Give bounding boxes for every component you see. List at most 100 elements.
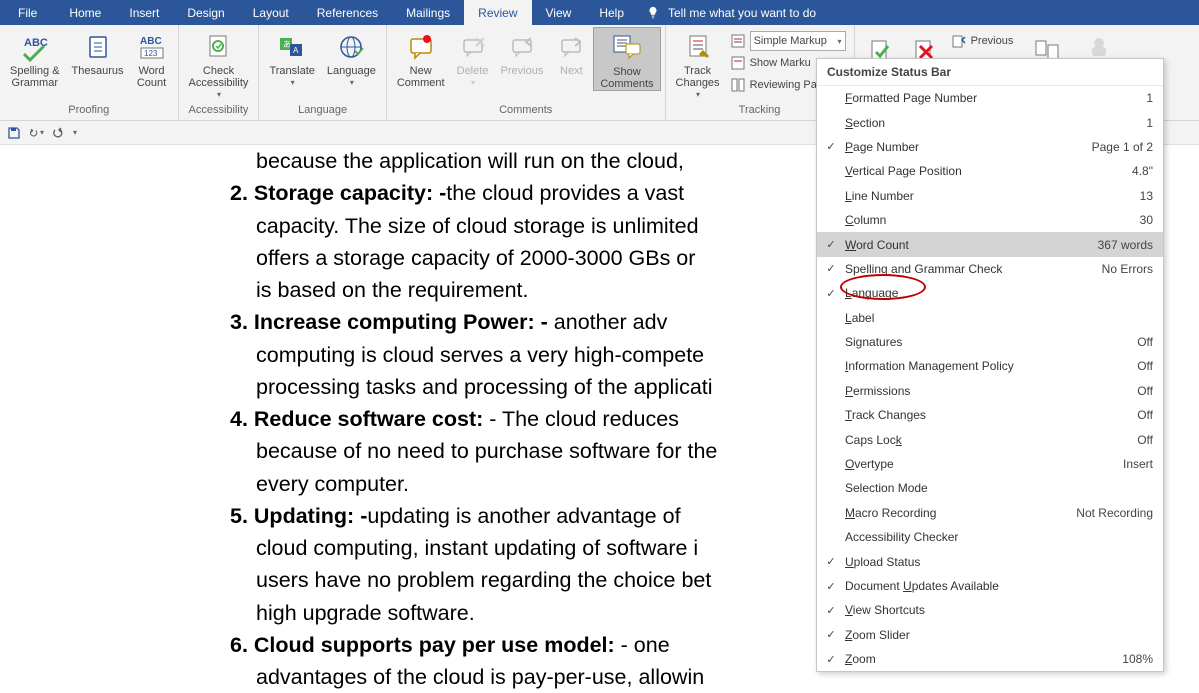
option-value: 1: [1146, 91, 1163, 105]
option-value: Off: [1137, 408, 1163, 422]
option-value: Insert: [1123, 457, 1163, 471]
status-bar-option[interactable]: Label: [817, 306, 1163, 330]
markup-combo[interactable]: Simple Markup▾: [730, 31, 846, 51]
language-button[interactable]: Language▾: [321, 27, 382, 88]
option-label: Column: [845, 213, 1140, 227]
track-changes-button[interactable]: Track Changes▾: [670, 27, 726, 100]
show-comments-button[interactable]: Show Comments: [593, 27, 660, 91]
new-comment-button[interactable]: New Comment: [391, 27, 451, 89]
tab-mailings[interactable]: Mailings: [392, 0, 464, 25]
menu-bar: File Home Insert Design Layout Reference…: [0, 0, 1199, 25]
check-icon: ✓: [817, 580, 845, 593]
show-comments-label: Show Comments: [600, 66, 653, 90]
option-value: 4.8": [1132, 164, 1163, 178]
status-bar-option[interactable]: ✓Zoom Slider: [817, 623, 1163, 647]
tab-references[interactable]: References: [303, 0, 392, 25]
option-label: Line Number: [845, 189, 1140, 203]
qat-customize[interactable]: ▾: [73, 128, 77, 137]
status-bar-option[interactable]: Information Management PolicyOff: [817, 354, 1163, 378]
thesaurus-button[interactable]: Thesaurus: [66, 27, 130, 77]
option-label: Word Count: [845, 238, 1098, 252]
translate-button[interactable]: あA Translate▾: [263, 27, 320, 88]
status-bar-option[interactable]: Selection Mode: [817, 476, 1163, 500]
status-bar-option[interactable]: SignaturesOff: [817, 330, 1163, 354]
translate-icon: あA: [277, 32, 307, 62]
next-comment-button[interactable]: Next: [549, 27, 593, 77]
check-accessibility-button[interactable]: Check Accessibility▾: [183, 27, 255, 100]
status-bar-option[interactable]: Caps LockOff: [817, 427, 1163, 451]
new-comment-label: New Comment: [397, 65, 445, 89]
option-label: Page Number: [845, 140, 1092, 154]
tab-design[interactable]: Design: [173, 0, 238, 25]
option-label: Language: [845, 286, 1153, 300]
tab-help[interactable]: Help: [585, 0, 638, 25]
tab-file[interactable]: File: [0, 0, 55, 25]
option-value: 108%: [1122, 652, 1163, 666]
option-value: 367 words: [1098, 238, 1163, 252]
spelling-grammar-button[interactable]: ABC Spelling & Grammar: [4, 27, 66, 89]
option-value: Off: [1137, 335, 1163, 349]
delete-comment-label: Delete: [457, 65, 489, 77]
lightbulb-icon: [646, 6, 660, 20]
tell-me[interactable]: Tell me what you want to do: [646, 6, 816, 20]
tab-insert[interactable]: Insert: [115, 0, 173, 25]
option-label: Permissions: [845, 384, 1137, 398]
show-markup-icon: [730, 55, 746, 71]
delete-comment-button[interactable]: Delete▾: [451, 27, 495, 88]
status-bar-option[interactable]: Line Number13: [817, 184, 1163, 208]
status-bar-option[interactable]: Accessibility Checker: [817, 525, 1163, 549]
wordcount-label: Word Count: [137, 65, 166, 89]
accessibility-label: Check Accessibility: [189, 65, 249, 89]
undo-icon: [28, 126, 39, 140]
status-bar-option[interactable]: ✓Word Count367 words: [817, 232, 1163, 256]
undo-button[interactable]: ▾: [28, 125, 44, 141]
spelling-label: Spelling & Grammar: [10, 65, 60, 89]
redo-button[interactable]: [50, 125, 66, 141]
option-label: Overtype: [845, 457, 1123, 471]
status-bar-option[interactable]: ✓View Shortcuts: [817, 598, 1163, 622]
option-label: Formatted Page Number: [845, 91, 1146, 105]
status-bar-option[interactable]: Macro RecordingNot Recording: [817, 501, 1163, 525]
option-label: Macro Recording: [845, 506, 1076, 520]
status-bar-option[interactable]: ✓Page NumberPage 1 of 2: [817, 135, 1163, 159]
redo-icon: [51, 126, 65, 140]
svg-text:A: A: [293, 46, 299, 55]
restrict-icon: [1086, 34, 1112, 60]
status-bar-option[interactable]: ✓Spelling and Grammar CheckNo Errors: [817, 257, 1163, 281]
show-markup-label: Show Marku: [750, 57, 811, 69]
status-bar-option[interactable]: ✓Upload Status: [817, 549, 1163, 573]
tab-review[interactable]: Review: [464, 0, 531, 25]
translate-label: Translate: [269, 65, 314, 77]
status-bar-option[interactable]: ✓Zoom108%: [817, 647, 1163, 671]
next-comment-icon: [558, 34, 584, 60]
changes-previous-button[interactable]: Previous: [951, 31, 1014, 51]
status-bar-option[interactable]: Track ChangesOff: [817, 403, 1163, 427]
tab-home[interactable]: Home: [55, 0, 115, 25]
prev-comment-button[interactable]: Previous: [495, 27, 550, 77]
wordcount-icon: ABC123: [137, 32, 167, 62]
status-bar-option[interactable]: PermissionsOff: [817, 379, 1163, 403]
markup-value: Simple Markup: [754, 35, 827, 47]
status-bar-option[interactable]: Vertical Page Position4.8": [817, 159, 1163, 183]
save-button[interactable]: [6, 125, 22, 141]
language-label: Language: [327, 65, 376, 77]
tab-layout[interactable]: Layout: [239, 0, 303, 25]
check-icon: ✓: [817, 140, 845, 153]
group-accessibility-label: Accessibility: [183, 102, 255, 120]
svg-text:123: 123: [144, 49, 158, 58]
tab-view[interactable]: View: [532, 0, 586, 25]
status-bar-option[interactable]: Section1: [817, 110, 1163, 134]
status-bar-option[interactable]: OvertypeInsert: [817, 452, 1163, 476]
status-bar-option[interactable]: ✓Language: [817, 281, 1163, 305]
changes-prev-label: Previous: [971, 35, 1014, 47]
status-bar-option[interactable]: Column30: [817, 208, 1163, 232]
check-icon: ✓: [817, 287, 845, 300]
check-icon: ✓: [817, 555, 845, 568]
word-count-button[interactable]: ABC123 Word Count: [130, 27, 174, 89]
status-bar-option[interactable]: ✓Document Updates Available: [817, 574, 1163, 598]
option-value: No Errors: [1102, 262, 1163, 276]
language-icon: [337, 33, 365, 61]
status-bar-option[interactable]: Formatted Page Number1: [817, 86, 1163, 110]
prev-comment-label: Previous: [501, 65, 544, 77]
accessibility-icon: [204, 33, 232, 61]
